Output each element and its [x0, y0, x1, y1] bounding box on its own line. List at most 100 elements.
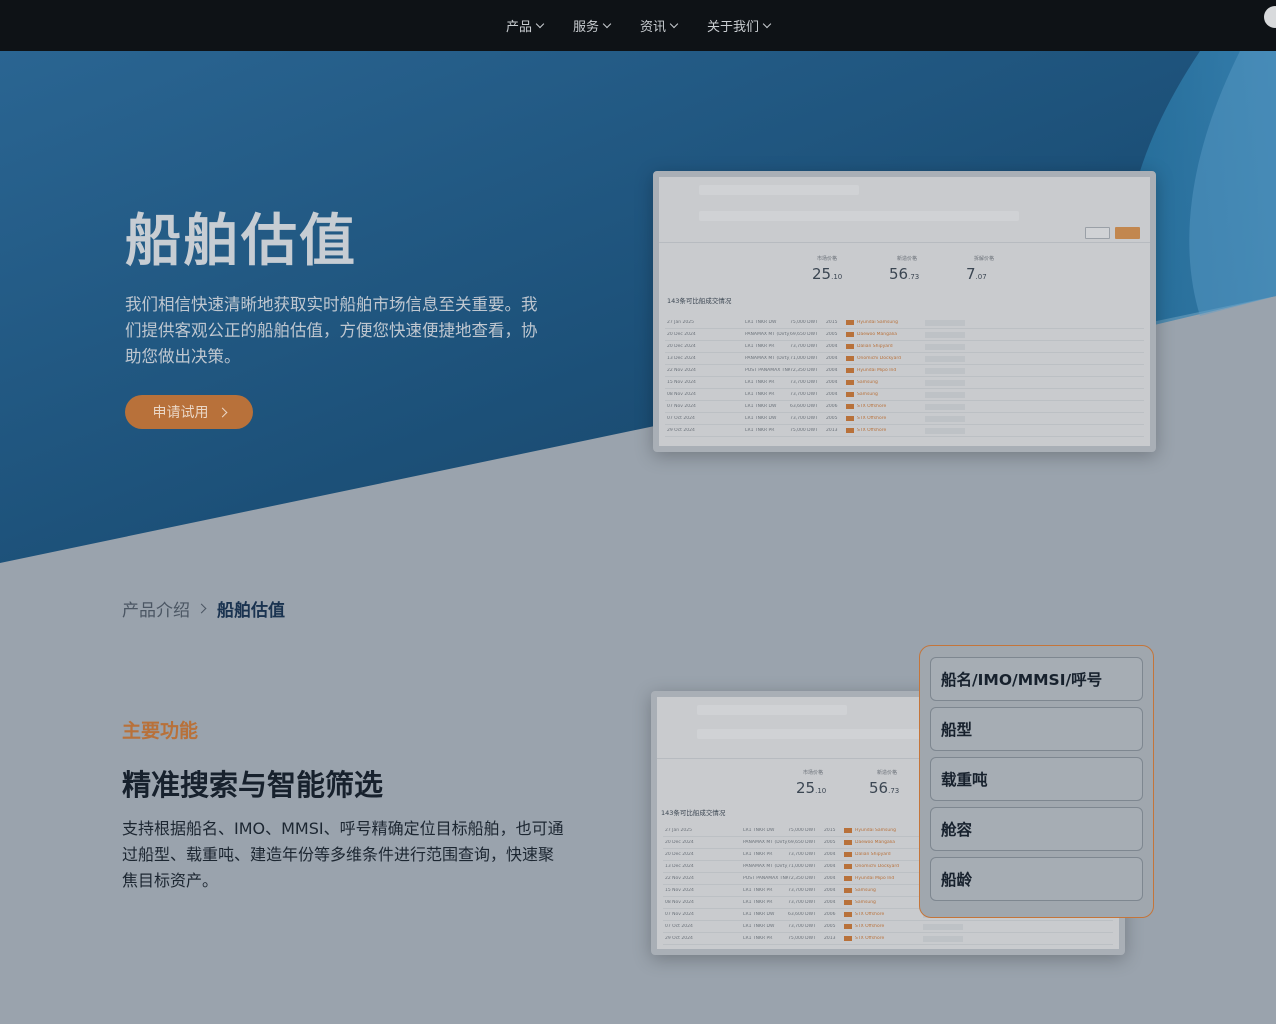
breadcrumb-parent[interactable]: 产品介绍 — [122, 596, 190, 621]
blurred-cell — [925, 415, 965, 422]
table-cell-year: 2004 — [824, 876, 836, 881]
table-cell-type: LR1 TNKR DW — [743, 828, 775, 833]
table-row: 07 Oct 2024 LR1 TNKR DW 73,700 DWT 2005 STX … — [665, 413, 1144, 425]
table-row: 22 Nov 2024 POST PANAMAX TNK 72,350 DWT 200… — [665, 365, 1144, 377]
flag-icon — [844, 888, 852, 893]
apply-trial-button[interactable]: 申请试用 — [125, 395, 253, 429]
table-cell-date: 27 Jan 2025 — [667, 320, 694, 325]
table-cell-date: 15 Nov 2024 — [667, 380, 696, 385]
table-cell-date: 20 Dec 2024 — [665, 840, 694, 845]
table-cell-type: POST PANAMAX TNK — [745, 368, 790, 373]
table-row: 13 Dec 2024 PANAMAX MT (Dirty) 71,000 DWT 2… — [665, 353, 1144, 365]
stat-value: 25.10 — [796, 779, 827, 797]
flag-icon — [844, 876, 852, 881]
table-cell-dwt: 63,600 DWT — [788, 912, 816, 917]
table-row: 15 Nov 2024 LR1 TNKR PR 73,700 DWT 2004 Sams… — [665, 377, 1144, 389]
table-cell-dwt: 75,000 DWT — [790, 428, 818, 433]
table-cell-yard: Hyundai Samsung — [855, 828, 896, 833]
table-row: 29 Oct 2024 LR1 TNKR PR 75,000 DWT 2013 STX … — [663, 933, 1113, 945]
filter-ship-type[interactable]: 船型 — [930, 707, 1143, 751]
table-cell-date: 07 Nov 2024 — [667, 404, 696, 409]
table-cell-type: LR1 TNKR PR — [743, 900, 773, 905]
flag-icon — [846, 332, 854, 337]
table-cell-type: LR1 TNKR PR — [745, 392, 775, 397]
nav-item-about[interactable]: 关于我们 — [707, 16, 772, 35]
table-cell-year: 2005 — [826, 332, 838, 337]
table-cell-dwt: 75,000 DWT — [788, 828, 816, 833]
nav-item-news[interactable]: 资讯 — [640, 16, 679, 35]
table-cell-type: LR1 TNKR DW — [745, 404, 777, 409]
table-cell-dwt: 73,700 DWT — [788, 900, 816, 905]
table-cell-date: 20 Dec 2024 — [665, 852, 694, 857]
preview-table-title: 143条可比船成交情况 — [661, 809, 726, 817]
table-row: 27 Jan 2025 LR1 TNKR DW 75,000 DWT 2015 Hyun… — [665, 317, 1144, 329]
table-cell-type: LR1 TNKR PR — [745, 344, 775, 349]
stat-label: 新造价格 — [877, 770, 898, 776]
preview-reset-button — [1085, 227, 1110, 239]
filter-ship-name-imo-mmsi-callsign[interactable]: 船名/IMO/MMSI/呼号 — [930, 657, 1143, 701]
filter-capacity[interactable]: 舱容 — [930, 807, 1143, 851]
table-cell-yard: Hyundai Samsung — [857, 320, 898, 325]
flag-icon — [844, 936, 852, 941]
table-cell-yard: Samsung — [855, 900, 876, 905]
table-row: 29 Oct 2024 LR1 TNKR PR 75,000 DWT 2013 STX … — [665, 425, 1144, 437]
chevron-right-icon — [196, 603, 207, 614]
chevron-right-icon — [217, 407, 227, 417]
table-cell-type: LR1 TNKR DW — [745, 320, 777, 325]
table-cell-year: 2004 — [826, 356, 838, 361]
table-cell-year: 2015 — [826, 320, 838, 325]
stat-label: 新造价格 — [897, 256, 918, 262]
table-cell-year: 2004 — [826, 392, 838, 397]
table-cell-yard: Onomichi Dockyard — [855, 864, 899, 869]
table-cell-date: 20 Dec 2024 — [667, 344, 696, 349]
blurred-cell — [925, 355, 965, 362]
table-cell-dwt: 63,600 DWT — [790, 404, 818, 409]
blurred-cell — [925, 391, 965, 398]
preview-search-box — [697, 705, 847, 715]
table-cell-yard: Samsung — [857, 392, 878, 397]
table-cell-type: LR1 TNKR DW — [743, 912, 775, 917]
table-cell-year: 2005 — [824, 840, 836, 845]
breadcrumb: 产品介绍 船舶估值 — [122, 596, 285, 621]
table-cell-year: 2006 — [824, 912, 836, 917]
flag-icon — [844, 912, 852, 917]
flag-icon — [846, 392, 854, 397]
preview-search-button — [1115, 227, 1140, 239]
nav-item-services[interactable]: 服务 — [573, 16, 612, 35]
table-cell-dwt: 71,000 DWT — [790, 356, 818, 361]
table-cell-yard: STX Offshore — [855, 936, 885, 941]
table-row: 07 Oct 2024 LR1 TNKR DW 73,700 DWT 2005 STX … — [663, 921, 1113, 933]
table-cell-type: LR1 TNKR PR — [743, 936, 773, 941]
preview-filter-row — [699, 211, 1019, 221]
flag-icon — [844, 828, 852, 833]
valuation-preview-image: 市场价格 25.10 新造价格 56.73 拆解价格 7.07 143条可比船成… — [653, 171, 1156, 452]
table-cell-type: PANAMAX MT (Dirty) — [745, 332, 790, 337]
table-cell-yard: STX Offshore — [857, 404, 887, 409]
blurred-cell — [923, 923, 963, 930]
table-cell-date: 08 Nov 2024 — [667, 392, 696, 397]
breadcrumb-current: 船舶估值 — [217, 601, 285, 621]
chevron-down-icon — [762, 19, 772, 28]
filter-dwt[interactable]: 载重吨 — [930, 757, 1143, 801]
table-cell-type: PANAMAX MT (Dirty) — [745, 356, 790, 361]
flag-icon — [846, 344, 854, 349]
table-cell-type: POST PANAMAX TNK — [743, 876, 788, 881]
table-cell-year: 2004 — [824, 888, 836, 893]
apply-trial-label: 申请试用 — [152, 405, 209, 421]
table-cell-date: 22 Nov 2024 — [665, 876, 694, 881]
table-cell-date: 08 Nov 2024 — [665, 900, 694, 905]
flag-icon — [844, 840, 852, 845]
stat-label: 拆解价格 — [974, 256, 995, 262]
table-cell-year: 2015 — [824, 828, 836, 833]
filter-ship-age[interactable]: 船龄 — [930, 857, 1143, 901]
nav-item-products[interactable]: 产品 — [506, 16, 545, 35]
table-cell-date: 29 Oct 2024 — [665, 936, 693, 941]
feature-title: 精准搜索与智能筛选 — [122, 768, 384, 802]
blurred-cell — [923, 935, 963, 942]
flag-icon — [846, 368, 854, 373]
table-cell-year: 2004 — [824, 864, 836, 869]
preview-table: 27 Jan 2025 LR1 TNKR DW 75,000 DWT 2015 Hyun… — [665, 317, 1144, 437]
stat-value: 56.73 — [869, 779, 900, 797]
table-cell-type: LR1 TNKR PR — [743, 888, 773, 893]
table-cell-dwt: 71,000 DWT — [788, 864, 816, 869]
